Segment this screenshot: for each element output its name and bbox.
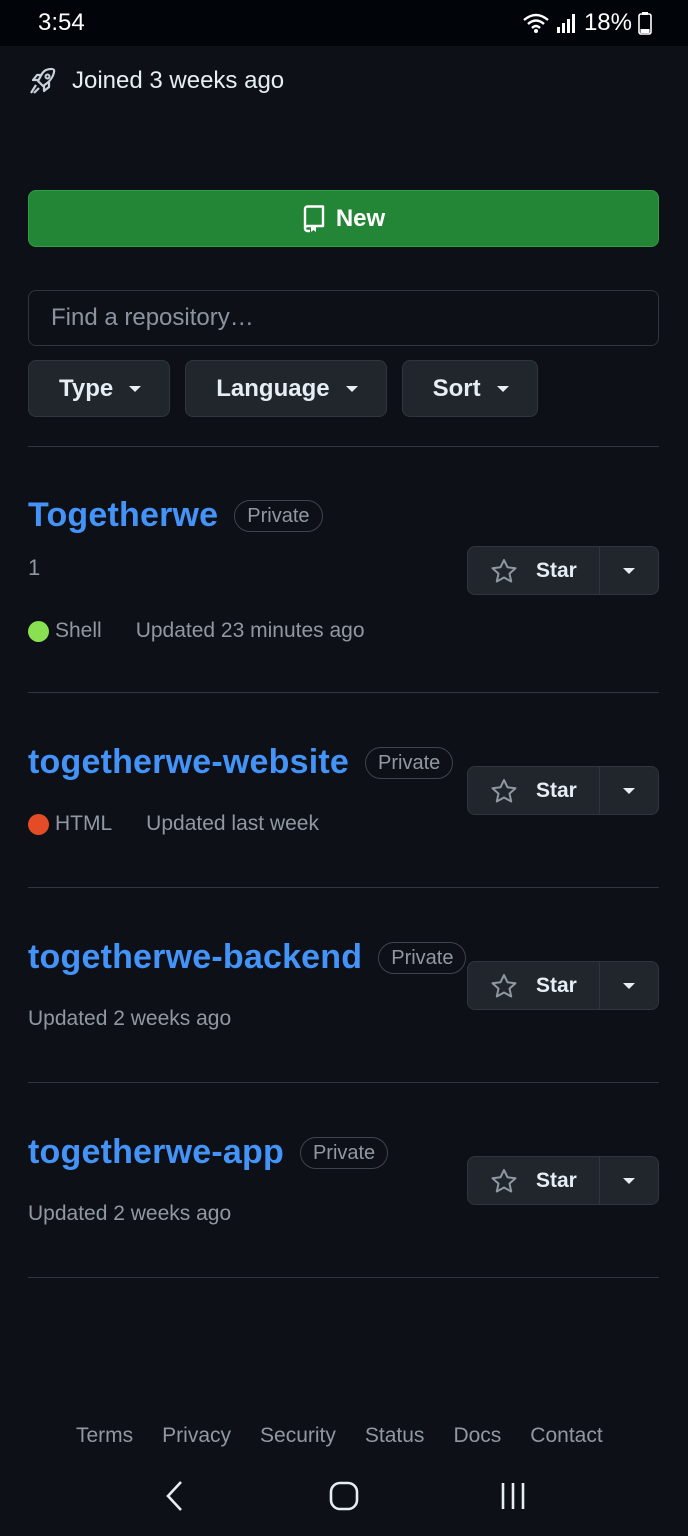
footer-link-docs[interactable]: Docs (453, 1424, 501, 1448)
divider (28, 446, 659, 447)
footer-link-security[interactable]: Security (260, 1424, 336, 1448)
repo-meta: Updated 2 weeks ago (28, 1202, 659, 1226)
chevron-down-icon (345, 385, 358, 392)
language-filter-label: Language (216, 374, 330, 402)
status-icons: 18% (522, 9, 652, 37)
new-repository-button[interactable]: New (28, 190, 659, 247)
chevron-down-icon (623, 787, 635, 794)
search-box[interactable] (28, 290, 659, 346)
repository-search-input[interactable] (51, 304, 636, 332)
rocket-icon (30, 67, 56, 94)
repo-icon (303, 204, 325, 232)
star-icon (491, 973, 517, 997)
repo-updated: Updated 2 weeks ago (28, 1202, 232, 1225)
star-icon (491, 558, 517, 582)
recents-icon (502, 1483, 525, 1509)
repo-updated: Updated last week (146, 812, 319, 835)
screen: 3:54 18% Joined 3 weeks ago New Find a r… (0, 0, 688, 1536)
star-label: Star (536, 973, 577, 997)
divider (28, 692, 659, 693)
chevron-down-icon (623, 982, 635, 989)
language-label: HTML (55, 812, 113, 835)
star-button-group: Star (467, 766, 659, 815)
battery-percent: 18% (583, 9, 632, 36)
sort-filter-label: Sort (432, 374, 481, 402)
star-label: Star (536, 558, 577, 582)
repo-meta: Updated 2 weeks ago (28, 1007, 659, 1031)
repo-name-link[interactable]: togetherwe-backend (28, 938, 362, 977)
repo-meta: Shell Updated 23 minutes ago (28, 619, 659, 643)
repo-title-row: Togetherwe Private (28, 496, 659, 535)
wifi-icon (523, 13, 549, 33)
chevron-down-icon (623, 567, 635, 574)
back-button[interactable] (145, 1466, 205, 1526)
footer-link-contact[interactable]: Contact (530, 1424, 602, 1448)
star-label: Star (536, 1168, 577, 1192)
joined-text: Joined 3 weeks ago (72, 67, 285, 94)
chevron-down-icon (623, 1177, 635, 1184)
language-color-dot (28, 620, 49, 642)
star-button[interactable]: Star (468, 767, 600, 814)
star-list-dropdown-button[interactable] (600, 1157, 658, 1204)
divider (28, 1082, 659, 1083)
filter-bar: Type Language Sort (28, 360, 538, 417)
visibility-badge: Private (299, 1136, 389, 1169)
chevron-down-icon (129, 385, 142, 392)
star-icon (491, 778, 517, 802)
star-list-dropdown-button[interactable] (600, 767, 658, 814)
signal-icon (556, 14, 575, 33)
repo-updated: Updated 2 weeks ago (28, 1007, 232, 1030)
star-list-dropdown-button[interactable] (600, 547, 658, 594)
star-button[interactable]: Star (468, 1157, 600, 1204)
system-nav-bar (0, 1456, 688, 1536)
type-filter-label: Type (59, 374, 114, 402)
visibility-badge: Private (234, 499, 323, 532)
star-button[interactable]: Star (468, 547, 600, 594)
battery-icon (638, 12, 652, 35)
footer-link-status[interactable]: Status (365, 1424, 425, 1448)
star-button-group: Star (467, 1156, 659, 1205)
home-button[interactable] (314, 1466, 374, 1526)
star-button-group: Star (467, 546, 659, 595)
recents-button[interactable] (483, 1466, 543, 1526)
back-chevron-icon (165, 1481, 182, 1511)
star-button-group: Star (467, 961, 659, 1010)
repo-name-link[interactable]: Togetherwe (28, 496, 218, 535)
star-button[interactable]: Star (468, 962, 600, 1009)
divider (28, 1277, 659, 1278)
home-icon (329, 1481, 359, 1511)
status-time: 3:54 (38, 9, 85, 36)
new-button-label: New (335, 204, 386, 232)
divider (28, 887, 659, 888)
repo-language: HTML (28, 812, 112, 836)
language-filter-button[interactable]: Language (185, 360, 387, 417)
star-icon (491, 1168, 517, 1192)
type-filter-button[interactable]: Type (28, 360, 171, 417)
language-label: Shell (55, 619, 102, 642)
chevron-down-icon (496, 385, 509, 392)
sort-filter-button[interactable]: Sort (401, 360, 538, 417)
language-color-dot (28, 813, 49, 835)
visibility-badge: Private (365, 746, 454, 779)
repo-meta: HTML Updated last week (28, 812, 659, 836)
repo-name-link[interactable]: togetherwe-website (28, 743, 349, 782)
repo-name-link[interactable]: togetherwe-app (28, 1133, 284, 1172)
repo-updated: Updated 23 minutes ago (135, 619, 365, 642)
repo-language: Shell (28, 619, 102, 643)
footer-link-terms[interactable]: Terms (76, 1424, 133, 1448)
star-label: Star (536, 778, 577, 802)
visibility-badge: Private (378, 941, 467, 974)
star-list-dropdown-button[interactable] (600, 962, 658, 1009)
status-bar: 3:54 18% (0, 0, 688, 46)
footer-link-privacy[interactable]: Privacy (162, 1424, 231, 1448)
footer-links: Terms Privacy Security Status Docs Conta… (76, 1424, 603, 1448)
joined-row: Joined 3 weeks ago (28, 66, 284, 96)
